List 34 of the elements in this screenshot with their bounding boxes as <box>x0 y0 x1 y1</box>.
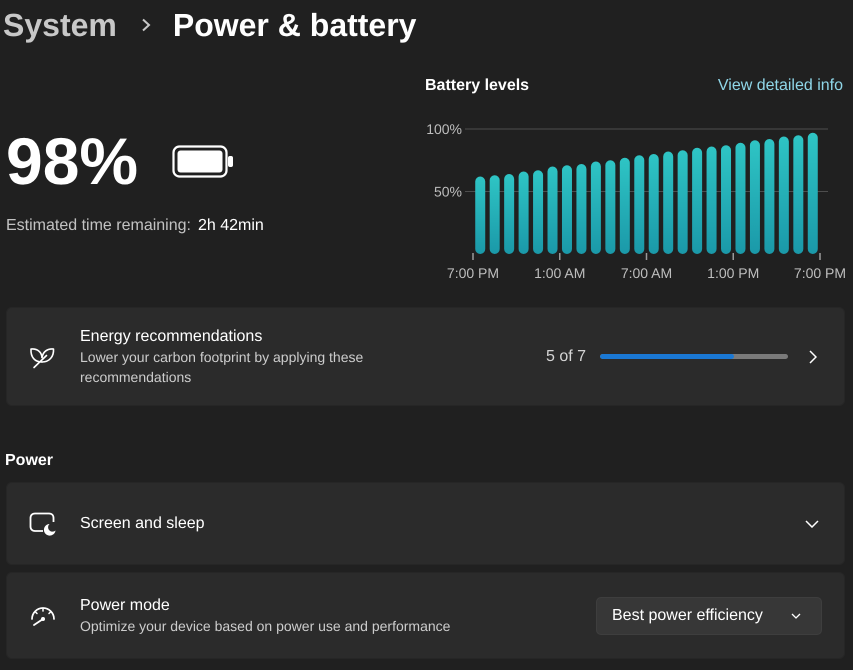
axis-label: 100% <box>426 121 462 137</box>
chevron-right-icon <box>809 350 817 364</box>
axis-tick <box>646 253 648 260</box>
chevron-right-icon <box>140 18 151 32</box>
setting-title: Power mode <box>80 596 171 616</box>
estimate-label: Estimated time remaining: <box>6 216 191 236</box>
setting-title: Screen and sleep <box>80 514 205 534</box>
card-title: Energy recommendations <box>80 326 264 346</box>
monitor-moon-icon <box>29 512 57 536</box>
axis-label: 1:00 PM <box>707 265 760 281</box>
estimate-value: 2h 42min <box>198 216 264 236</box>
axis-label: 1:00 AM <box>534 265 586 281</box>
power-mode-dropdown[interactable]: Best power efficiency <box>596 596 822 634</box>
page-title: Power & battery <box>172 6 416 45</box>
card-description: Lower your carbon footprint by applying these recommendations <box>80 348 364 386</box>
axis-tick <box>732 253 734 260</box>
breadcrumb-link[interactable]: System <box>3 5 117 45</box>
battery-percentage: 98% <box>6 128 138 194</box>
energy-recommendations-card[interactable]: Energy recommendations Lower your carbon footprint by applying these recommendations 5 of 7 <box>6 307 845 406</box>
axis-tick <box>819 253 821 260</box>
axis-label: 7:00 AM <box>620 265 672 281</box>
settings-card[interactable]: Screen and sleep <box>6 482 845 565</box>
battery-icon <box>172 144 234 178</box>
view-detailed-info-link[interactable]: View detailed info <box>718 74 843 98</box>
section-heading: Power <box>5 451 54 471</box>
axis-tick <box>472 253 474 260</box>
progress-text: 5 of 7 <box>546 346 586 366</box>
axis-label: 7:00 PM <box>446 265 500 281</box>
chevron-down-icon <box>791 612 801 618</box>
axis-label: 50% <box>434 184 462 200</box>
axis-tick <box>559 253 560 260</box>
chart-title: Battery levels <box>425 76 530 96</box>
axis-label: 7:00 PM <box>794 265 846 281</box>
setting-description: Optimize your device based on power use and performance <box>80 616 450 636</box>
